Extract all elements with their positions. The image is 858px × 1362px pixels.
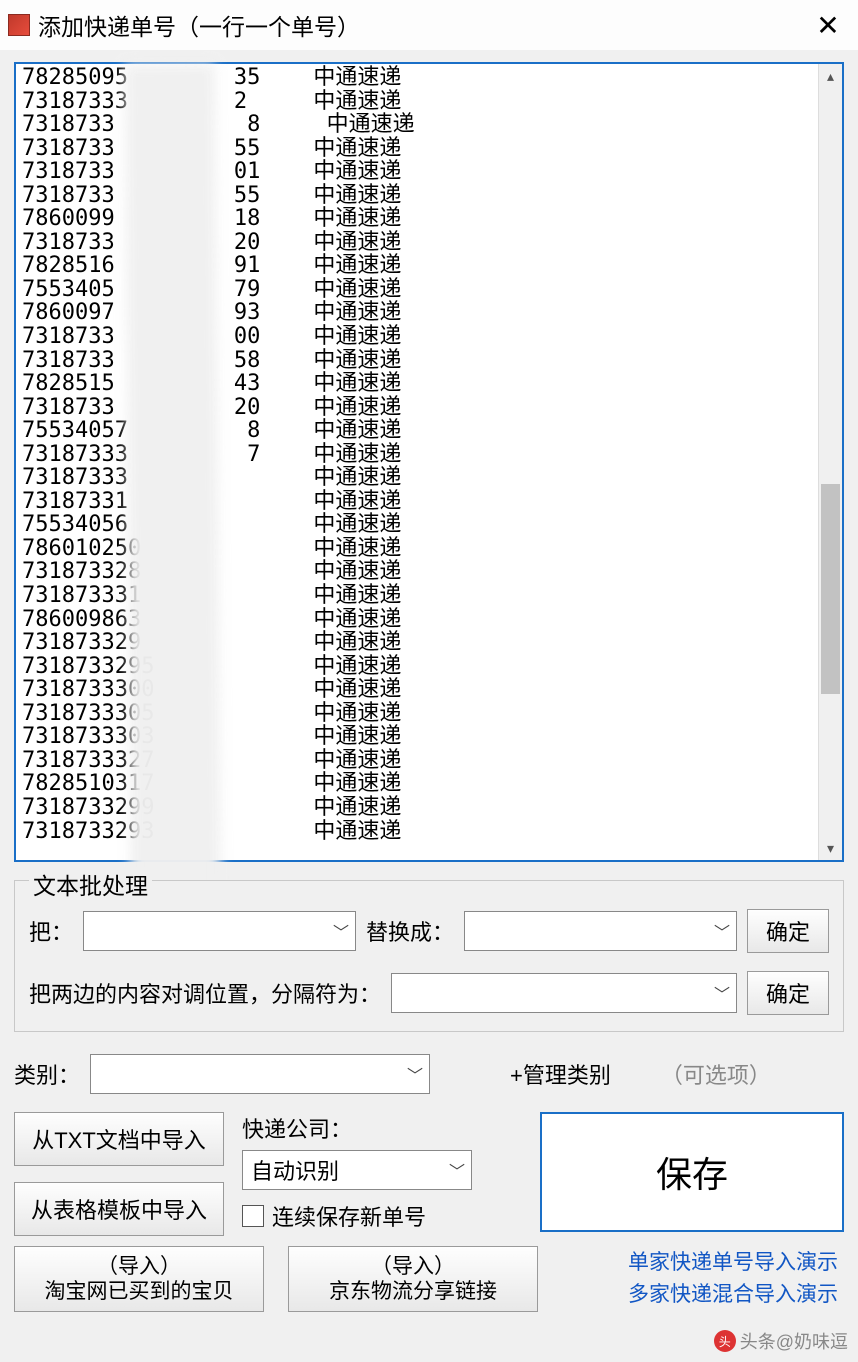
import-template-button[interactable]: 从表格模板中导入: [14, 1182, 224, 1236]
courier-combo[interactable]: 自动识别 ﹀: [242, 1150, 472, 1190]
chevron-down-icon: ﹀: [333, 919, 349, 943]
chevron-down-icon: ﹀: [407, 1062, 423, 1086]
continuous-save-checkbox[interactable]: [242, 1205, 264, 1227]
close-icon: ✕: [816, 9, 839, 42]
chevron-down-icon: ﹀: [714, 981, 730, 1005]
batch-groupbox: 文本批处理 把： ﹀ 替换成： ﹀ 确定 把两边的内容对调位置，分隔符为： ﹀ …: [14, 880, 844, 1032]
demo-mixed-link[interactable]: 多家快递混合导入演示: [628, 1278, 838, 1308]
swap-delimiter-combo[interactable]: ﹀: [391, 973, 737, 1013]
chevron-down-icon: ﹀: [714, 919, 730, 943]
courier-selected: 自动识别: [251, 1154, 339, 1186]
continuous-save-label: 连续保存新单号: [272, 1200, 426, 1232]
replace-from-label: 把：: [29, 915, 73, 947]
replace-to-combo[interactable]: ﹀: [464, 911, 737, 951]
category-combo[interactable]: ﹀: [90, 1054, 430, 1094]
watermark-text: 头条@奶味逗: [740, 1328, 848, 1354]
watermark-icon: 头: [714, 1330, 736, 1352]
save-button[interactable]: 保存: [540, 1112, 844, 1232]
scroll-down-icon[interactable]: ▾: [819, 836, 842, 860]
demo-single-link[interactable]: 单家快递单号导入演示: [628, 1246, 838, 1276]
chevron-down-icon: ﹀: [449, 1158, 465, 1182]
tracking-textarea-wrap: 78285095 35 中通速递 73187333 2 中通速递 7318733…: [14, 62, 844, 862]
swap-ok-button[interactable]: 确定: [747, 971, 829, 1015]
replace-ok-button[interactable]: 确定: [747, 909, 829, 953]
scroll-thumb[interactable]: [821, 484, 840, 694]
replace-to-label: 替换成：: [366, 915, 454, 947]
import-jd-line2: 京东物流分享链接: [329, 1279, 497, 1304]
watermark: 头 头条@奶味逗: [714, 1328, 848, 1354]
app-icon: [8, 14, 30, 36]
import-taobao-button[interactable]: （导入） 淘宝网已买到的宝贝: [14, 1246, 264, 1312]
replace-from-combo[interactable]: ﹀: [83, 911, 356, 951]
tracking-textarea[interactable]: 78285095 35 中通速递 73187333 2 中通速递 7318733…: [16, 64, 818, 860]
scroll-up-icon[interactable]: ▴: [819, 64, 842, 88]
import-jd-button[interactable]: （导入） 京东物流分享链接: [288, 1246, 538, 1312]
import-txt-button[interactable]: 从TXT文档中导入: [14, 1112, 224, 1166]
close-button[interactable]: ✕: [806, 3, 850, 47]
import-jd-line1: （导入）: [371, 1254, 455, 1279]
window-title: 添加快递单号（一行一个单号）: [38, 8, 806, 42]
import-taobao-line2: 淘宝网已买到的宝贝: [45, 1279, 234, 1304]
category-label: 类别：: [14, 1058, 80, 1090]
scrollbar[interactable]: ▴ ▾: [818, 64, 842, 860]
swap-label: 把两边的内容对调位置，分隔符为：: [29, 977, 381, 1009]
import-taobao-line1: （导入）: [97, 1254, 181, 1279]
manage-category-link[interactable]: +管理类别: [510, 1058, 611, 1090]
courier-label: 快递公司：: [242, 1112, 522, 1144]
optional-label: （可选项）: [661, 1058, 771, 1090]
batch-group-label: 文本批处理: [29, 867, 152, 901]
